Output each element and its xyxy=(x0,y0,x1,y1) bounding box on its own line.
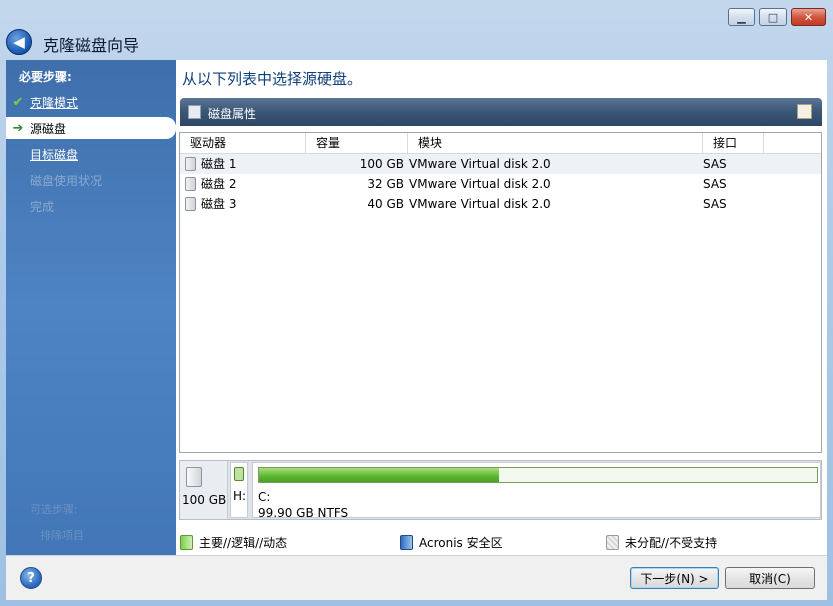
step-exclude-items: 排除项目 xyxy=(40,529,84,542)
disk-properties-button[interactable]: 磁盘属性 xyxy=(208,105,256,122)
cell-model: VMware Virtual disk 2.0 xyxy=(409,177,551,191)
step-source-disk[interactable]: ➔ 源磁盘 xyxy=(6,117,176,139)
column-chooser-icon[interactable] xyxy=(797,104,812,119)
disk-toolbar: 磁盘属性 xyxy=(180,98,822,126)
cell-drive: 磁盘 3 xyxy=(201,197,237,211)
page-title: 从以下列表中选择源硬盘。 xyxy=(182,70,363,88)
wizard-sidebar: 必要步骤: ✔ 克隆模式 ➔ 源磁盘 目标磁盘 磁盘使用状况 完成 可选步骤: … xyxy=(6,60,176,555)
next-button[interactable]: 下一步(N) > xyxy=(630,567,719,589)
disk-layout-map: 100 GB H: C: 99.90 GB NTFS xyxy=(179,460,822,520)
close-button[interactable]: ✕ xyxy=(791,8,826,26)
unallocated-swatch-icon xyxy=(606,534,619,550)
step-label: 完成 xyxy=(30,199,55,214)
acronis-swatch-icon xyxy=(400,534,413,550)
legend-primary: 主要//逻辑//动态 xyxy=(180,533,287,551)
table-row[interactable]: 磁盘 2 32 GB VMware Virtual disk 2.0 SAS xyxy=(180,174,821,194)
hard-disk-icon xyxy=(185,197,196,211)
step-target-disk[interactable]: 目标磁盘 xyxy=(6,143,176,165)
volume-name: C: xyxy=(258,490,271,504)
legend-unallocated: 未分配//不受支持 xyxy=(606,533,717,551)
primary-swatch-icon xyxy=(180,534,193,550)
cell-model: VMware Virtual disk 2.0 xyxy=(409,197,551,211)
volume-block[interactable]: C: 99.90 GB NTFS xyxy=(252,462,821,520)
arrow-right-icon: ➔ xyxy=(12,120,24,136)
window-title: 克隆磁盘向导 xyxy=(43,36,140,55)
cancel-button[interactable]: 取消(C) xyxy=(725,567,815,589)
legend-acronis-label: Acronis 安全区 xyxy=(419,535,503,550)
header-interface[interactable]: 接口 xyxy=(703,133,764,154)
volume-usage-fill xyxy=(259,468,499,482)
header-model[interactable]: 模块 xyxy=(408,133,703,154)
disk-table: 驱动器 容量 模块 接口 磁盘 1 100 GB VMware Virtual … xyxy=(179,132,822,453)
step-label: 源磁盘 xyxy=(30,121,67,136)
table-row[interactable]: 磁盘 1 100 GB VMware Virtual disk 2.0 SAS xyxy=(180,154,821,174)
header-drive[interactable]: 驱动器 xyxy=(180,133,306,154)
disk-size: 100 GB xyxy=(182,493,227,507)
cell-capacity: 32 GB xyxy=(367,177,404,191)
partition-letter: H: xyxy=(233,489,247,503)
cell-drive: 磁盘 2 xyxy=(201,177,237,191)
volume-info: 99.90 GB NTFS xyxy=(258,506,349,520)
wizard-footer: ? 下一步(N) > 取消(C) xyxy=(6,555,827,600)
hard-disk-icon xyxy=(186,467,202,487)
cell-interface: SAS xyxy=(703,177,727,191)
hard-disk-icon xyxy=(185,177,196,191)
table-row[interactable]: 磁盘 3 40 GB VMware Virtual disk 2.0 SAS xyxy=(180,194,821,214)
checkmark-icon: ✔ xyxy=(12,94,24,110)
partition-icon xyxy=(234,467,244,481)
step-label: 目标磁盘 xyxy=(30,147,79,162)
volume-usage-bar xyxy=(258,467,818,483)
table-header: 驱动器 容量 模块 接口 xyxy=(180,133,821,154)
cell-interface: SAS xyxy=(703,197,727,211)
legend-unallocated-label: 未分配//不受支持 xyxy=(625,535,718,550)
step-disk-usage: 磁盘使用状况 xyxy=(6,169,176,191)
disk-summary: 100 GB xyxy=(180,461,228,519)
cell-drive: 磁盘 1 xyxy=(201,157,237,171)
title-bar: ▁ □ ✕ ◀ 克隆磁盘向导 xyxy=(0,0,833,60)
header-capacity[interactable]: 容量 xyxy=(306,133,408,154)
minimize-button[interactable]: ▁ xyxy=(728,8,755,26)
required-steps-heading: 必要步骤: xyxy=(19,70,72,84)
optional-steps-heading: 可选步骤: xyxy=(30,503,78,516)
help-icon[interactable]: ? xyxy=(20,567,42,589)
step-finish: 完成 xyxy=(6,195,176,217)
legend-acronis: Acronis 安全区 xyxy=(400,533,503,551)
hard-disk-icon xyxy=(185,157,196,171)
step-label: 磁盘使用状况 xyxy=(30,173,103,188)
step-clone-mode[interactable]: ✔ 克隆模式 xyxy=(6,91,176,113)
disk-properties-icon[interactable] xyxy=(188,105,201,119)
cell-capacity: 40 GB xyxy=(367,197,404,211)
maximize-button[interactable]: □ xyxy=(759,8,787,26)
legend-primary-label: 主要//逻辑//动态 xyxy=(199,535,288,550)
cell-capacity: 100 GB xyxy=(359,157,404,171)
cell-interface: SAS xyxy=(703,157,727,171)
cell-model: VMware Virtual disk 2.0 xyxy=(409,157,551,171)
back-arrow-icon[interactable]: ◀ xyxy=(6,29,32,55)
partition-letter-block[interactable]: H: xyxy=(230,462,248,518)
step-label: 克隆模式 xyxy=(30,95,79,110)
